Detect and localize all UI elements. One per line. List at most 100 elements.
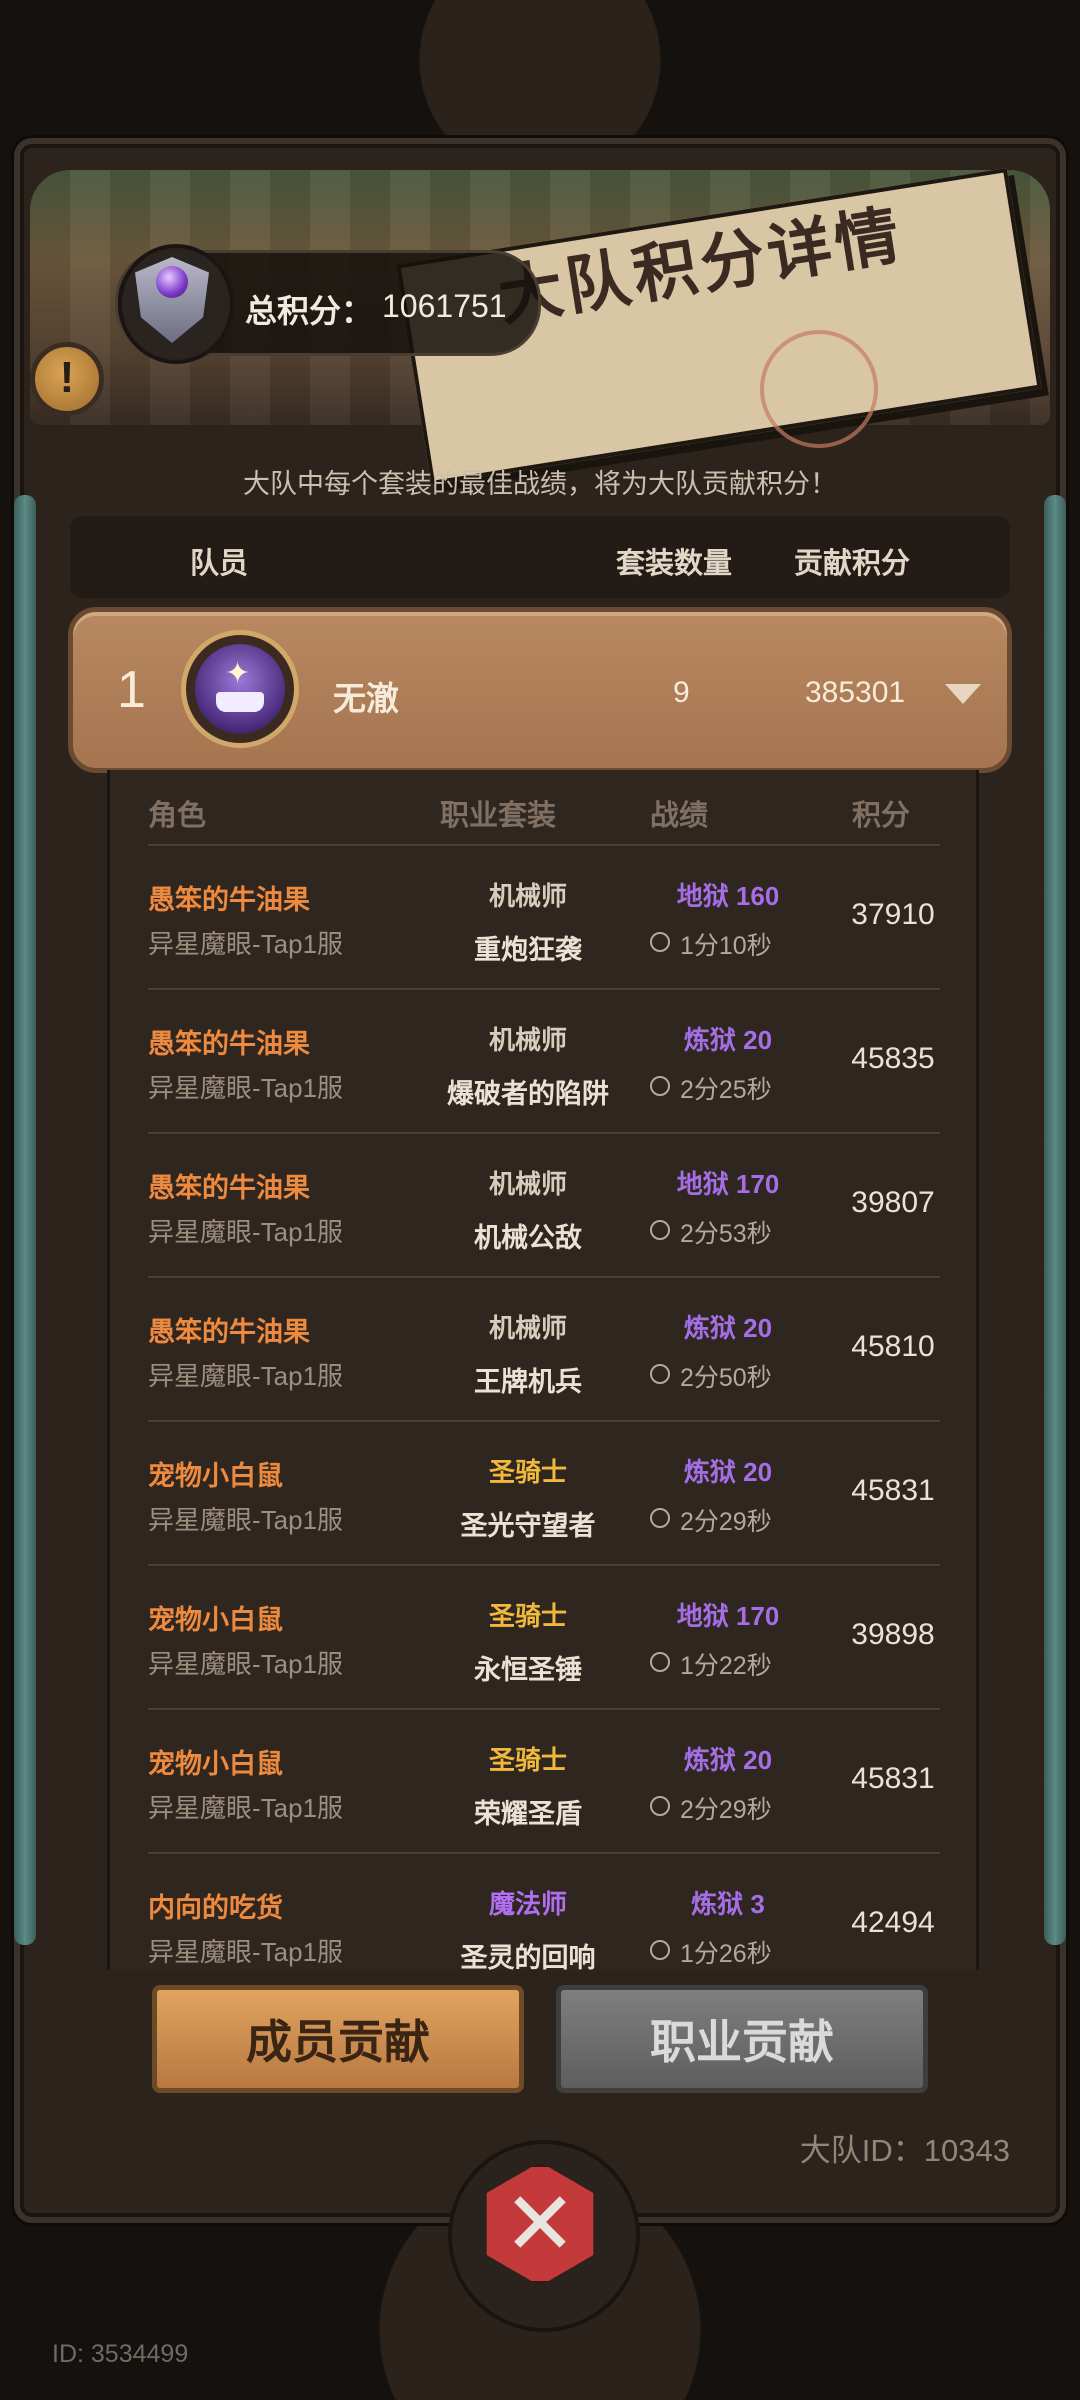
user-id: ID: 3534499: [52, 2340, 189, 2368]
row-class: 魔法师: [488, 1889, 567, 1919]
column-member: 队员: [190, 548, 249, 580]
row-role: 宠物小白鼠: [148, 1749, 283, 1779]
row-class: 机械师: [488, 1025, 567, 1055]
row-server: 异星魔眼-Tap1服: [148, 1361, 344, 1391]
clock-icon: [650, 1220, 670, 1240]
table-row: 宠物小白鼠 异星魔眼-Tap1服 圣骑士 永恒圣锤 地狱 170 1分22秒 3…: [148, 1564, 940, 1710]
row-role: 愚笨的牛油果: [148, 1029, 310, 1059]
table-row: 宠物小白鼠 异星魔眼-Tap1服 圣骑士 荣耀圣盾 炼狱 20 2分29秒 45…: [148, 1708, 940, 1854]
row-time: 2分25秒: [680, 1076, 772, 1104]
row-score: 39807: [851, 1186, 935, 1219]
row-score: 39898: [851, 1618, 935, 1651]
row-role: 愚笨的牛油果: [148, 1317, 310, 1347]
close-icon[interactable]: ✕: [486, 2168, 594, 2280]
clock-icon: [650, 1364, 670, 1384]
member-contribution-button[interactable]: 成员贡献: [152, 1985, 524, 2093]
row-mode: 炼狱 20: [683, 1745, 773, 1775]
member-points: 385301: [805, 676, 906, 709]
row-class: 机械师: [488, 1313, 567, 1343]
column-header: 队员 套装数量 贡献积分: [70, 516, 1010, 598]
row-mode: 炼狱 20: [683, 1025, 773, 1055]
clock-icon: [650, 932, 670, 952]
table-row: 愚笨的牛油果 异星魔眼-Tap1服 机械师 重炮狂袭 地狱 160 1分10秒 …: [148, 844, 940, 990]
row-mode: 地狱 160: [676, 881, 780, 911]
row-time: 2分29秒: [680, 1508, 772, 1536]
row-score: 45835: [851, 1042, 935, 1075]
row-role: 宠物小白鼠: [148, 1605, 283, 1635]
row-server: 异星魔眼-Tap1服: [148, 929, 344, 959]
row-mode: 地狱 170: [676, 1169, 780, 1199]
row-mode: 地狱 170: [676, 1601, 780, 1631]
row-set: 王牌机兵: [474, 1367, 582, 1397]
row-set: 永恒圣锤: [474, 1655, 582, 1685]
row-class: 圣骑士: [488, 1745, 567, 1775]
gem-icon: [156, 266, 188, 298]
row-time: 2分29秒: [680, 1796, 772, 1824]
row-mode: 炼狱 3: [691, 1889, 765, 1919]
info-button[interactable]: !: [30, 342, 104, 416]
row-mode: 炼狱 20: [683, 1313, 773, 1343]
row-set: 圣灵的回响: [460, 1943, 596, 1970]
clock-icon: [650, 1940, 670, 1960]
row-score: 45831: [851, 1762, 935, 1795]
table-row: 宠物小白鼠 异星魔眼-Tap1服 圣骑士 圣光守望者 炼狱 20 2分29秒 4…: [148, 1420, 940, 1566]
team-id: 大队ID：10343: [799, 2133, 1010, 2168]
row-server: 异星魔眼-Tap1服: [148, 1217, 344, 1247]
row-server: 异星魔眼-Tap1服: [148, 1649, 344, 1679]
row-set: 圣光守望者: [460, 1511, 596, 1541]
contribution-note: 大队中每个套装的最佳战绩，将为大队贡献积分！: [243, 469, 837, 499]
row-time: 2分50秒: [680, 1364, 772, 1392]
row-server: 异星魔眼-Tap1服: [148, 1793, 344, 1823]
table-row: 愚笨的牛油果 异星魔眼-Tap1服 机械师 爆破者的陷阱 炼狱 20 2分25秒…: [148, 988, 940, 1134]
total-score-value: 1061751: [382, 288, 507, 324]
row-time: 1分22秒: [680, 1652, 772, 1680]
row-score: 37910: [851, 898, 935, 931]
chevron-down-icon[interactable]: [945, 684, 981, 704]
book-icon: [216, 692, 264, 712]
detail-col-role: 角色: [148, 800, 207, 832]
column-contribution: 贡献积分: [794, 548, 911, 580]
detail-col-class-set: 职业套装: [440, 800, 557, 832]
row-set: 重炮狂袭: [474, 935, 582, 965]
row-score: 45831: [851, 1474, 935, 1507]
row-time: 2分53秒: [680, 1220, 772, 1248]
row-server: 异星魔眼-Tap1服: [148, 1073, 344, 1103]
row-time: 1分10秒: [680, 932, 772, 960]
row-class: 机械师: [488, 1169, 567, 1199]
row-set: 荣耀圣盾: [474, 1799, 582, 1829]
column-set-count: 套装数量: [616, 548, 733, 580]
clock-icon: [650, 1508, 670, 1528]
left-side-trim: [14, 495, 36, 1945]
row-score: 42494: [851, 1906, 935, 1939]
row-set: 机械公敌: [474, 1223, 582, 1253]
detail-col-score: 积分: [852, 800, 911, 832]
info-icon: !: [59, 353, 75, 402]
clock-icon: [650, 1076, 670, 1096]
row-set: 爆破者的陷阱: [447, 1079, 609, 1109]
member-name: 无澈: [333, 680, 399, 717]
row-time: 1分26秒: [680, 1940, 772, 1968]
row-class: 机械师: [488, 881, 567, 911]
row-server: 异星魔眼-Tap1服: [148, 1937, 344, 1967]
class-contribution-button[interactable]: 职业贡献: [556, 1985, 928, 2093]
row-role: 内向的吃货: [148, 1893, 283, 1923]
clock-icon: [650, 1796, 670, 1816]
row-server: 异星魔眼-Tap1服: [148, 1505, 344, 1535]
table-row: 内向的吃货 异星魔眼-Tap1服 魔法师 圣灵的回响 炼狱 3 1分26秒 42…: [148, 1852, 940, 1970]
row-role: 愚笨的牛油果: [148, 885, 310, 915]
table-row: 愚笨的牛油果 异星魔眼-Tap1服 机械师 机械公敌 地狱 170 2分53秒 …: [148, 1132, 940, 1278]
clock-icon: [650, 1652, 670, 1672]
detail-table[interactable]: 角色 职业套装 战绩 积分 愚笨的牛油果 异星魔眼-Tap1服 机械师 重炮狂袭…: [107, 770, 979, 1970]
member-rank: 1: [117, 661, 146, 719]
member-row[interactable]: 1 ✦ 无澈 9 385301: [68, 607, 1012, 773]
member-set-count: 9: [673, 676, 690, 709]
row-score: 45810: [851, 1330, 935, 1363]
stamp-icon: [760, 330, 878, 448]
row-class: 圣骑士: [488, 1601, 567, 1631]
table-row: 愚笨的牛油果 异星魔眼-Tap1服 机械师 王牌机兵 炼狱 20 2分50秒 4…: [148, 1276, 940, 1422]
sparkle-icon: ✦: [225, 657, 251, 690]
detail-col-record: 战绩: [650, 800, 709, 832]
right-side-trim: [1044, 495, 1066, 1945]
row-class: 圣骑士: [488, 1457, 567, 1487]
total-score-label: 总积分：: [245, 293, 374, 329]
